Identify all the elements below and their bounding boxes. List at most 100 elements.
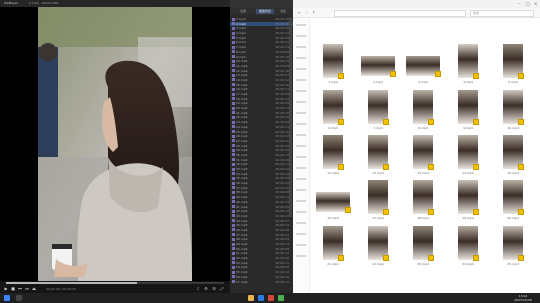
navigation-item[interactable] [296, 167, 306, 169]
file-thumbnail[interactable]: 3.mp4 [403, 44, 443, 88]
navigation-item[interactable] [296, 24, 306, 26]
file-thumbnail[interactable]: 18.mp4 [403, 180, 443, 224]
forward-icon[interactable]: → [305, 10, 308, 15]
start-icon[interactable] [4, 295, 10, 301]
navigation-item[interactable] [296, 156, 306, 158]
file-thumbnail[interactable]: 25.mp4 [493, 226, 533, 270]
eject-icon[interactable]: ⏏ [32, 287, 36, 291]
file-thumbnail[interactable]: 9.mp4 [448, 90, 488, 134]
file-thumbnail[interactable]: 23.mp4 [403, 226, 443, 270]
playlist-item-name: 5.mp4 [236, 35, 246, 40]
navigation-item[interactable] [296, 90, 306, 92]
file-thumbnail[interactable]: 4.mp4 [448, 44, 488, 88]
file-thumbnail[interactable]: 6.mp4 [313, 90, 353, 134]
navigation-item[interactable] [296, 68, 306, 70]
search-taskbar-icon[interactable] [16, 295, 22, 301]
tab-playlist[interactable]: 播放列表 [256, 9, 274, 14]
file-thumbnail[interactable]: 11.mp4 [313, 135, 353, 179]
navigation-item[interactable] [296, 178, 306, 180]
playlist-item-name: 30.mp4 [236, 152, 248, 157]
playlist-list: 1.mp4 00:00:30 2.mp4 00:00:30 3.mp4 00:00:15 4… [230, 17, 293, 291]
file-thumbnail[interactable]: 24.mp4 [448, 226, 488, 270]
stop-icon[interactable]: ■ [11, 287, 15, 291]
close-icon[interactable]: × [534, 1, 537, 6]
navigation-item[interactable] [296, 79, 306, 81]
navigation-item[interactable] [296, 244, 306, 246]
taskbar-clock[interactable]: 13:42 2023/10/28 [512, 294, 534, 302]
tab-bookmarks[interactable]: 书签 [276, 9, 290, 14]
tab-all[interactable]: 全部 [232, 9, 254, 14]
playlist-scrollbar[interactable] [289, 17, 292, 217]
video-file-icon [232, 158, 235, 162]
navigation-item[interactable] [296, 145, 306, 147]
browser-taskbar-icon[interactable] [258, 295, 264, 301]
playback-time: 00:00:18 / 00:00:30 [46, 287, 76, 291]
navigation-item[interactable] [296, 46, 306, 48]
file-thumbnail[interactable]: 22.mp4 [358, 226, 398, 270]
navigation-item[interactable] [296, 112, 306, 114]
file-thumbnail[interactable]: 8.mp4 [403, 90, 443, 134]
back-icon[interactable]: ← [298, 10, 301, 15]
file-thumbnail[interactable]: 2.mp4 [358, 44, 398, 88]
playlist-item[interactable]: 57.mp4 00:00:12 [230, 280, 293, 285]
play-icon[interactable]: ▶ [4, 287, 8, 291]
address-bar[interactable] [334, 10, 466, 17]
navigation-item[interactable] [296, 101, 306, 103]
file-thumbnail[interactable]: 16.mp4 [313, 180, 353, 224]
file-thumbnail[interactable]: 15.mp4 [493, 135, 533, 179]
file-thumbnail[interactable]: 20.mp4 [493, 180, 533, 224]
search-input[interactable]: 搜索 [470, 10, 534, 17]
video-file-icon [232, 181, 235, 185]
file-thumbnail[interactable]: 19.mp4 [448, 180, 488, 224]
navigation-item[interactable] [296, 222, 306, 224]
previous-icon[interactable]: ⏮ [18, 287, 22, 291]
navigation-item[interactable] [296, 57, 306, 59]
file-thumbnail[interactable]: 17.mp4 [358, 180, 398, 224]
file-name-label: 5.mp4 [508, 81, 518, 84]
file-thumbnail[interactable]: 12.mp4 [358, 135, 398, 179]
fullscreen-icon[interactable]: ⤢ [220, 287, 224, 291]
video-frame[interactable] [38, 7, 192, 281]
up-icon[interactable]: ↑ [312, 10, 315, 15]
video-badge-icon [473, 164, 479, 170]
volume-icon[interactable]: ♪ [196, 287, 200, 291]
file-thumbnail[interactable]: 13.mp4 [403, 135, 443, 179]
navigation-item[interactable] [296, 123, 306, 125]
file-thumbnail[interactable]: 5.mp4 [493, 44, 533, 88]
settings-icon[interactable]: ⚙ [204, 287, 208, 291]
maximize-icon[interactable]: □ [526, 1, 530, 6]
playlist-toggle-icon[interactable]: ☰ [212, 287, 216, 291]
video-file-icon [232, 228, 235, 232]
navigation-item[interactable] [296, 255, 306, 257]
navigation-item[interactable] [296, 211, 306, 213]
video-file-icon [232, 251, 235, 255]
navigation-item[interactable] [296, 233, 306, 235]
file-name-label: 15.mp4 [507, 172, 519, 175]
navigation-item[interactable] [296, 134, 306, 136]
player-taskbar-icon[interactable] [268, 295, 274, 301]
video-file-icon [232, 144, 235, 148]
app-taskbar-icon[interactable] [278, 295, 284, 301]
file-name-label: 6.mp4 [328, 127, 338, 130]
file-name-label: 23.mp4 [417, 263, 429, 266]
minimize-icon[interactable]: – [518, 1, 520, 6]
file-thumbnail[interactable]: 14.mp4 [448, 135, 488, 179]
file-thumbnail[interactable]: 10.mp4 [493, 90, 533, 134]
file-thumbnail[interactable]: 1.mp4 [313, 44, 353, 88]
file-name-label: 8.mp4 [418, 127, 428, 130]
file-explorer-taskbar-icon[interactable] [248, 295, 254, 301]
next-icon[interactable]: ⏭ [25, 287, 29, 291]
player-titlebar[interactable]: PotPlayer 2.mp4 · 1920x1080 [0, 0, 230, 7]
video-file-icon [232, 275, 235, 279]
explorer-titlebar[interactable] [293, 0, 540, 8]
navigation-item[interactable] [296, 35, 306, 37]
navigation-item[interactable] [296, 200, 306, 202]
file-thumbnail[interactable]: 21.mp4 [313, 226, 353, 270]
video-file-icon [232, 97, 235, 101]
playlist-item-name: 32.mp4 [236, 162, 248, 167]
video-badge-icon [435, 71, 441, 77]
playlist-item-name: 39.mp4 [236, 195, 248, 200]
playlist-item-name: 46.mp4 [236, 227, 248, 232]
navigation-item[interactable] [296, 189, 306, 191]
file-thumbnail[interactable]: 7.mp4 [358, 90, 398, 134]
